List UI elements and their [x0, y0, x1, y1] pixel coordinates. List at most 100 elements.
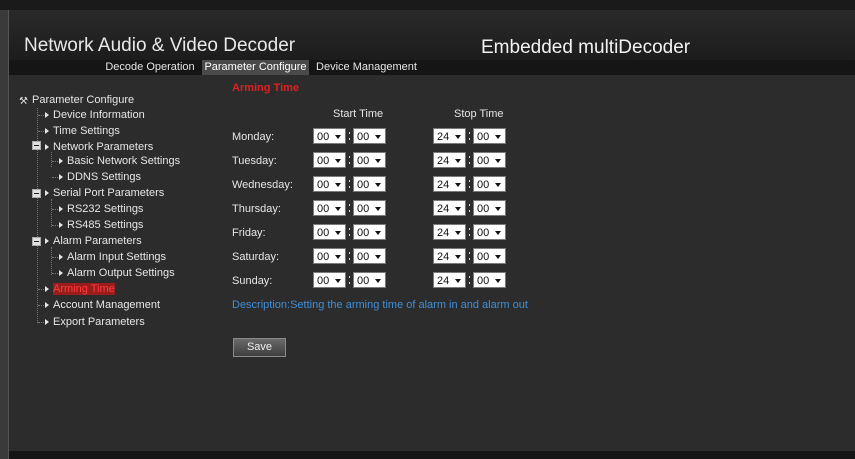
select-value: 00 [357, 131, 370, 143]
tree-connector [38, 322, 44, 323]
stop-minute-select[interactable]: 00 [473, 248, 506, 264]
tree-connector [51, 199, 52, 227]
start-minute-select[interactable]: 00 [353, 224, 386, 240]
select-value: 24 [437, 203, 450, 215]
sidebar-item-network-parameters[interactable]: Network Parameters [45, 140, 153, 154]
sidebar-item-account-management[interactable]: Account Management [45, 298, 160, 312]
select-value: 00 [357, 251, 370, 263]
chevron-down-icon [375, 135, 381, 139]
stop-minute-select[interactable]: 00 [473, 200, 506, 216]
arrow-right-icon [59, 254, 63, 260]
select-value: 00 [317, 131, 330, 143]
select-value: 00 [317, 203, 330, 215]
time-separator [468, 248, 471, 264]
start-hour-select[interactable]: 00 [313, 152, 346, 168]
stop-hour-select[interactable]: 24 [433, 200, 466, 216]
start-minute-select[interactable]: 00 [353, 128, 386, 144]
sidebar-item-basic-network-settings[interactable]: Basic Network Settings [59, 154, 180, 168]
sidebar-item-alarm-parameters[interactable]: Alarm Parameters [45, 234, 142, 248]
select-value: 24 [437, 275, 450, 287]
stop-hour-select[interactable]: 24 [433, 272, 466, 288]
top-margin [0, 0, 855, 10]
start-minute-select[interactable]: 00 [353, 152, 386, 168]
chevron-down-icon [335, 135, 341, 139]
arrow-right-icon [45, 128, 49, 134]
stop-hour-select[interactable]: 24 [433, 248, 466, 264]
main-tab-bar: Decode Operation Parameter Configure Dev… [9, 60, 855, 75]
start-minute-select[interactable]: 00 [353, 200, 386, 216]
sidebar-item-device-information[interactable]: Device Information [45, 108, 145, 122]
stop-minute-select[interactable]: 00 [473, 128, 506, 144]
select-value: 00 [317, 275, 330, 287]
start-minute-select[interactable]: 00 [353, 248, 386, 264]
tree-connector [52, 257, 58, 258]
select-value: 00 [317, 155, 330, 167]
select-value: 00 [477, 275, 490, 287]
chevron-down-icon [335, 159, 341, 163]
start-hour-select[interactable]: 00 [313, 200, 346, 216]
arrow-right-icon [45, 302, 49, 308]
tab-device-management[interactable]: Device Management [314, 60, 419, 75]
start-minute-select[interactable]: 00 [353, 176, 386, 192]
day-label: Monday: [232, 131, 275, 143]
tab-parameter-configure[interactable]: Parameter Configure [202, 60, 309, 75]
collapse-network-icon[interactable] [32, 141, 41, 150]
sidebar-item-export-parameters[interactable]: Export Parameters [45, 315, 145, 329]
select-value: 00 [477, 251, 490, 263]
select-value: 00 [317, 179, 330, 191]
tree-connector [52, 273, 58, 274]
stop-hour-select[interactable]: 24 [433, 128, 466, 144]
tree-connector [38, 115, 44, 116]
tree-connector [38, 131, 44, 132]
sidebar-item-rs232-settings[interactable]: RS232 Settings [59, 202, 143, 216]
stop-hour-select[interactable]: 24 [433, 152, 466, 168]
tree-root[interactable]: ⚒ Parameter Configure [19, 94, 134, 107]
tab-decode-operation[interactable]: Decode Operation [95, 60, 205, 75]
arrow-right-icon [45, 144, 49, 150]
chevron-down-icon [495, 183, 501, 187]
sidebar-item-serial-port-parameters[interactable]: Serial Port Parameters [45, 186, 164, 200]
start-hour-select[interactable]: 00 [313, 224, 346, 240]
stop-minute-select[interactable]: 00 [473, 176, 506, 192]
chevron-down-icon [455, 183, 461, 187]
start-hour-select[interactable]: 00 [313, 272, 346, 288]
chevron-down-icon [375, 183, 381, 187]
chevron-down-icon [455, 231, 461, 235]
time-separator [468, 224, 471, 240]
stop-minute-select[interactable]: 00 [473, 272, 506, 288]
sidebar-item-ddns-settings[interactable]: DDNS Settings [59, 170, 141, 184]
stop-hour-select[interactable]: 24 [433, 176, 466, 192]
chevron-down-icon [375, 255, 381, 259]
arrow-right-icon [59, 206, 63, 212]
stop-minute-select[interactable]: 00 [473, 152, 506, 168]
arrow-right-icon [45, 319, 49, 325]
tree-connector [52, 161, 58, 162]
sidebar-item-alarm-input-settings[interactable]: Alarm Input Settings [59, 250, 166, 264]
chevron-down-icon [375, 279, 381, 283]
start-hour-select[interactable]: 00 [313, 248, 346, 264]
sidebar-item-time-settings[interactable]: Time Settings [45, 124, 120, 138]
chevron-down-icon [455, 135, 461, 139]
start-time-header: Start Time [333, 108, 384, 120]
settings-tools-icon: ⚒ [19, 96, 28, 107]
save-button[interactable]: Save [233, 338, 286, 357]
tree-connector [52, 225, 58, 226]
stop-hour-select[interactable]: 24 [433, 224, 466, 240]
start-hour-select[interactable]: 00 [313, 128, 346, 144]
select-value: 24 [437, 179, 450, 191]
day-label: Tuesday: [232, 155, 277, 167]
time-separator [348, 128, 351, 144]
chevron-down-icon [495, 255, 501, 259]
collapse-alarm-icon[interactable] [32, 237, 41, 246]
sidebar-item-rs485-settings[interactable]: RS485 Settings [59, 218, 143, 232]
sidebar-item-alarm-output-settings[interactable]: Alarm Output Settings [59, 266, 175, 280]
select-value: 24 [437, 155, 450, 167]
start-hour-select[interactable]: 00 [313, 176, 346, 192]
start-minute-select[interactable]: 00 [353, 272, 386, 288]
select-value: 00 [477, 131, 490, 143]
chevron-down-icon [335, 207, 341, 211]
collapse-serial-icon[interactable] [32, 189, 41, 198]
stop-minute-select[interactable]: 00 [473, 224, 506, 240]
time-separator [348, 248, 351, 264]
sidebar-item-arming-time[interactable]: Arming Time [45, 282, 115, 296]
